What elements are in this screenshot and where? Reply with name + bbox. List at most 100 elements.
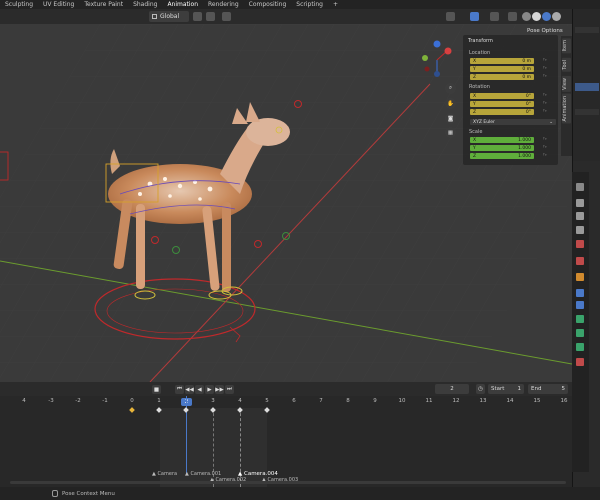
tab-animation[interactable]: Animation — [562, 94, 571, 124]
rotation-y-field[interactable]: Y 0° — [470, 101, 534, 107]
tab-view[interactable]: View — [562, 76, 571, 92]
tab-animation[interactable]: Animation — [162, 1, 203, 8]
lock-icon[interactable]: ᵀᵒ — [543, 138, 547, 143]
tab-scripting[interactable]: Scripting — [291, 1, 328, 8]
outliner-panel[interactable] — [572, 9, 600, 161]
current-frame-field[interactable]: 2 — [435, 384, 469, 394]
render-icon[interactable] — [576, 199, 584, 207]
object-icon[interactable] — [576, 273, 584, 281]
modifier-icon[interactable] — [576, 289, 584, 297]
end-frame-field[interactable]: End 5 — [528, 384, 568, 394]
sidebar-tabs: Item Tool View Animation — [561, 36, 572, 156]
scale-x-field[interactable]: X 1.000 — [470, 137, 534, 143]
tab-tool[interactable]: Tool — [562, 58, 571, 72]
play-reverse-button[interactable]: ◀ — [195, 385, 204, 394]
ruler-tick-label: -3 — [48, 398, 54, 404]
timeline-ruler[interactable]: 4-3-2-1012345678910111213141516 — [0, 396, 572, 408]
ruler-tick-label: 7 — [319, 398, 323, 404]
tab-shading[interactable]: Shading — [128, 1, 162, 8]
location-z-field[interactable]: Z0 m — [470, 74, 534, 80]
material-shading-icon[interactable] — [542, 12, 551, 21]
scale-z-field[interactable]: Z 1.000 — [470, 153, 534, 159]
scene-icon[interactable] — [576, 240, 584, 248]
pose-options-label: Pose Options — [527, 27, 563, 34]
pivot-point-icon[interactable] — [193, 12, 202, 21]
view-layer-icon[interactable] — [576, 226, 584, 234]
solid-shading-icon[interactable] — [532, 12, 541, 21]
tab-sculpting[interactable]: Sculpting — [0, 1, 38, 8]
outliner-row[interactable] — [575, 109, 599, 115]
play-button[interactable]: ▶ — [205, 385, 214, 394]
tab-item[interactable]: Item — [562, 38, 571, 54]
location-y-field[interactable]: Y0 m — [470, 66, 534, 72]
output-icon[interactable] — [576, 212, 584, 220]
mouse-icon — [52, 490, 58, 497]
data-icon[interactable] — [576, 343, 584, 351]
visibility-icon[interactable] — [446, 12, 455, 21]
pose-options-dropdown[interactable]: Pose Options — [524, 26, 569, 35]
start-frame-field[interactable]: Start 1 — [488, 384, 524, 394]
timeline-scrollbar[interactable] — [10, 481, 566, 484]
timeline-body[interactable]: ▲ Camera ▲ Camera.001 ▲ Camera.002 ▲ Cam… — [0, 396, 572, 487]
wireframe-shading-icon[interactable] — [522, 12, 531, 21]
ruler-tick-label: -2 — [75, 398, 81, 404]
particles-icon[interactable] — [576, 301, 584, 309]
jump-start-button[interactable]: ⏮ — [175, 385, 184, 394]
scale-y-field[interactable]: Y 1.000 — [470, 145, 534, 151]
lock-icon[interactable]: ᵀᵒ — [543, 59, 547, 64]
tab-compositing[interactable]: Compositing — [244, 1, 292, 8]
orientation-icon — [152, 14, 157, 19]
physics-icon[interactable] — [576, 315, 584, 323]
add-workspace-button[interactable]: + — [328, 1, 343, 8]
tab-rendering[interactable]: Rendering — [203, 1, 244, 8]
material-icon[interactable] — [576, 358, 584, 366]
rendered-shading-icon[interactable] — [552, 12, 561, 21]
camera-view-icon[interactable]: ◙ — [445, 113, 456, 124]
perspective-toggle-icon[interactable]: ▦ — [445, 127, 456, 138]
rotation-x-field[interactable]: X 0° — [470, 93, 534, 99]
pan-hand-icon[interactable]: ✋ — [445, 98, 456, 109]
rotation-z-field[interactable]: Z 0° — [470, 109, 534, 115]
proportional-edit-icon[interactable] — [222, 12, 231, 21]
outliner-row[interactable] — [575, 27, 599, 33]
ruler-tick-label: 13 — [479, 398, 487, 404]
ruler-tick-label: 0 — [130, 398, 134, 404]
lock-icon[interactable]: ᵀᵒ — [543, 146, 547, 151]
ruler-tick-label: 3 — [211, 398, 215, 404]
status-text: Pose Context Menu — [62, 490, 115, 497]
location-x-field[interactable]: X0 m — [470, 58, 534, 64]
lock-icon[interactable]: ᵀᵒ — [543, 94, 547, 99]
next-keyframe-button[interactable]: ▶▶ — [215, 385, 224, 394]
zoom-icon[interactable]: ⌕ — [445, 83, 456, 94]
snap-icon[interactable] — [206, 12, 215, 21]
outliner-row[interactable] — [575, 83, 599, 91]
jump-end-button[interactable]: ⏭ — [225, 385, 234, 394]
lock-icon[interactable]: ᵀᵒ — [543, 102, 547, 107]
overlay-toggle-icon[interactable] — [490, 12, 499, 21]
clock-icon[interactable]: ◷ — [476, 384, 485, 394]
xray-toggle-icon[interactable] — [508, 12, 517, 21]
tab-uv-editing[interactable]: UV Editing — [38, 1, 79, 8]
constraints-icon[interactable] — [576, 329, 584, 337]
lock-icon[interactable]: ᵀᵒ — [543, 75, 547, 80]
ruler-tick-label: 16 — [560, 398, 568, 404]
transform-orientation-dropdown[interactable]: Global — [149, 11, 189, 22]
scale-label: Scale — [469, 129, 483, 135]
ruler-tick-label: 4 — [238, 398, 242, 404]
status-bar: Pose Context Menu — [0, 487, 600, 500]
lock-icon[interactable]: ᵀᵒ — [543, 110, 547, 115]
tab-texture-paint[interactable]: Texture Paint — [79, 1, 128, 8]
gizmo-toggle-icon[interactable] — [470, 12, 479, 21]
prev-keyframe-button[interactable]: ◀◀ — [185, 385, 194, 394]
lock-icon[interactable]: ᵀᵒ — [543, 154, 547, 159]
ruler-tick-label: 4 — [22, 398, 26, 404]
marker-camera[interactable]: ▲ Camera — [152, 471, 177, 477]
world-icon[interactable] — [576, 257, 584, 265]
timeline-header: ■ ⏮ ◀◀ ◀ ▶ ▶▶ ⏭ 2 ◷ Start 1 End 5 — [0, 382, 572, 396]
stop-record-button[interactable]: ■ — [152, 385, 161, 394]
orientation-label: Global — [160, 13, 180, 20]
rotation-mode-dropdown[interactable]: XYZ Euler ⌄ — [470, 119, 556, 125]
lock-icon[interactable]: ᵀᵒ — [543, 67, 547, 72]
blender-window: Sculpting UV Editing Texture Paint Shadi… — [0, 0, 600, 500]
tool-settings-icon[interactable] — [576, 183, 584, 191]
